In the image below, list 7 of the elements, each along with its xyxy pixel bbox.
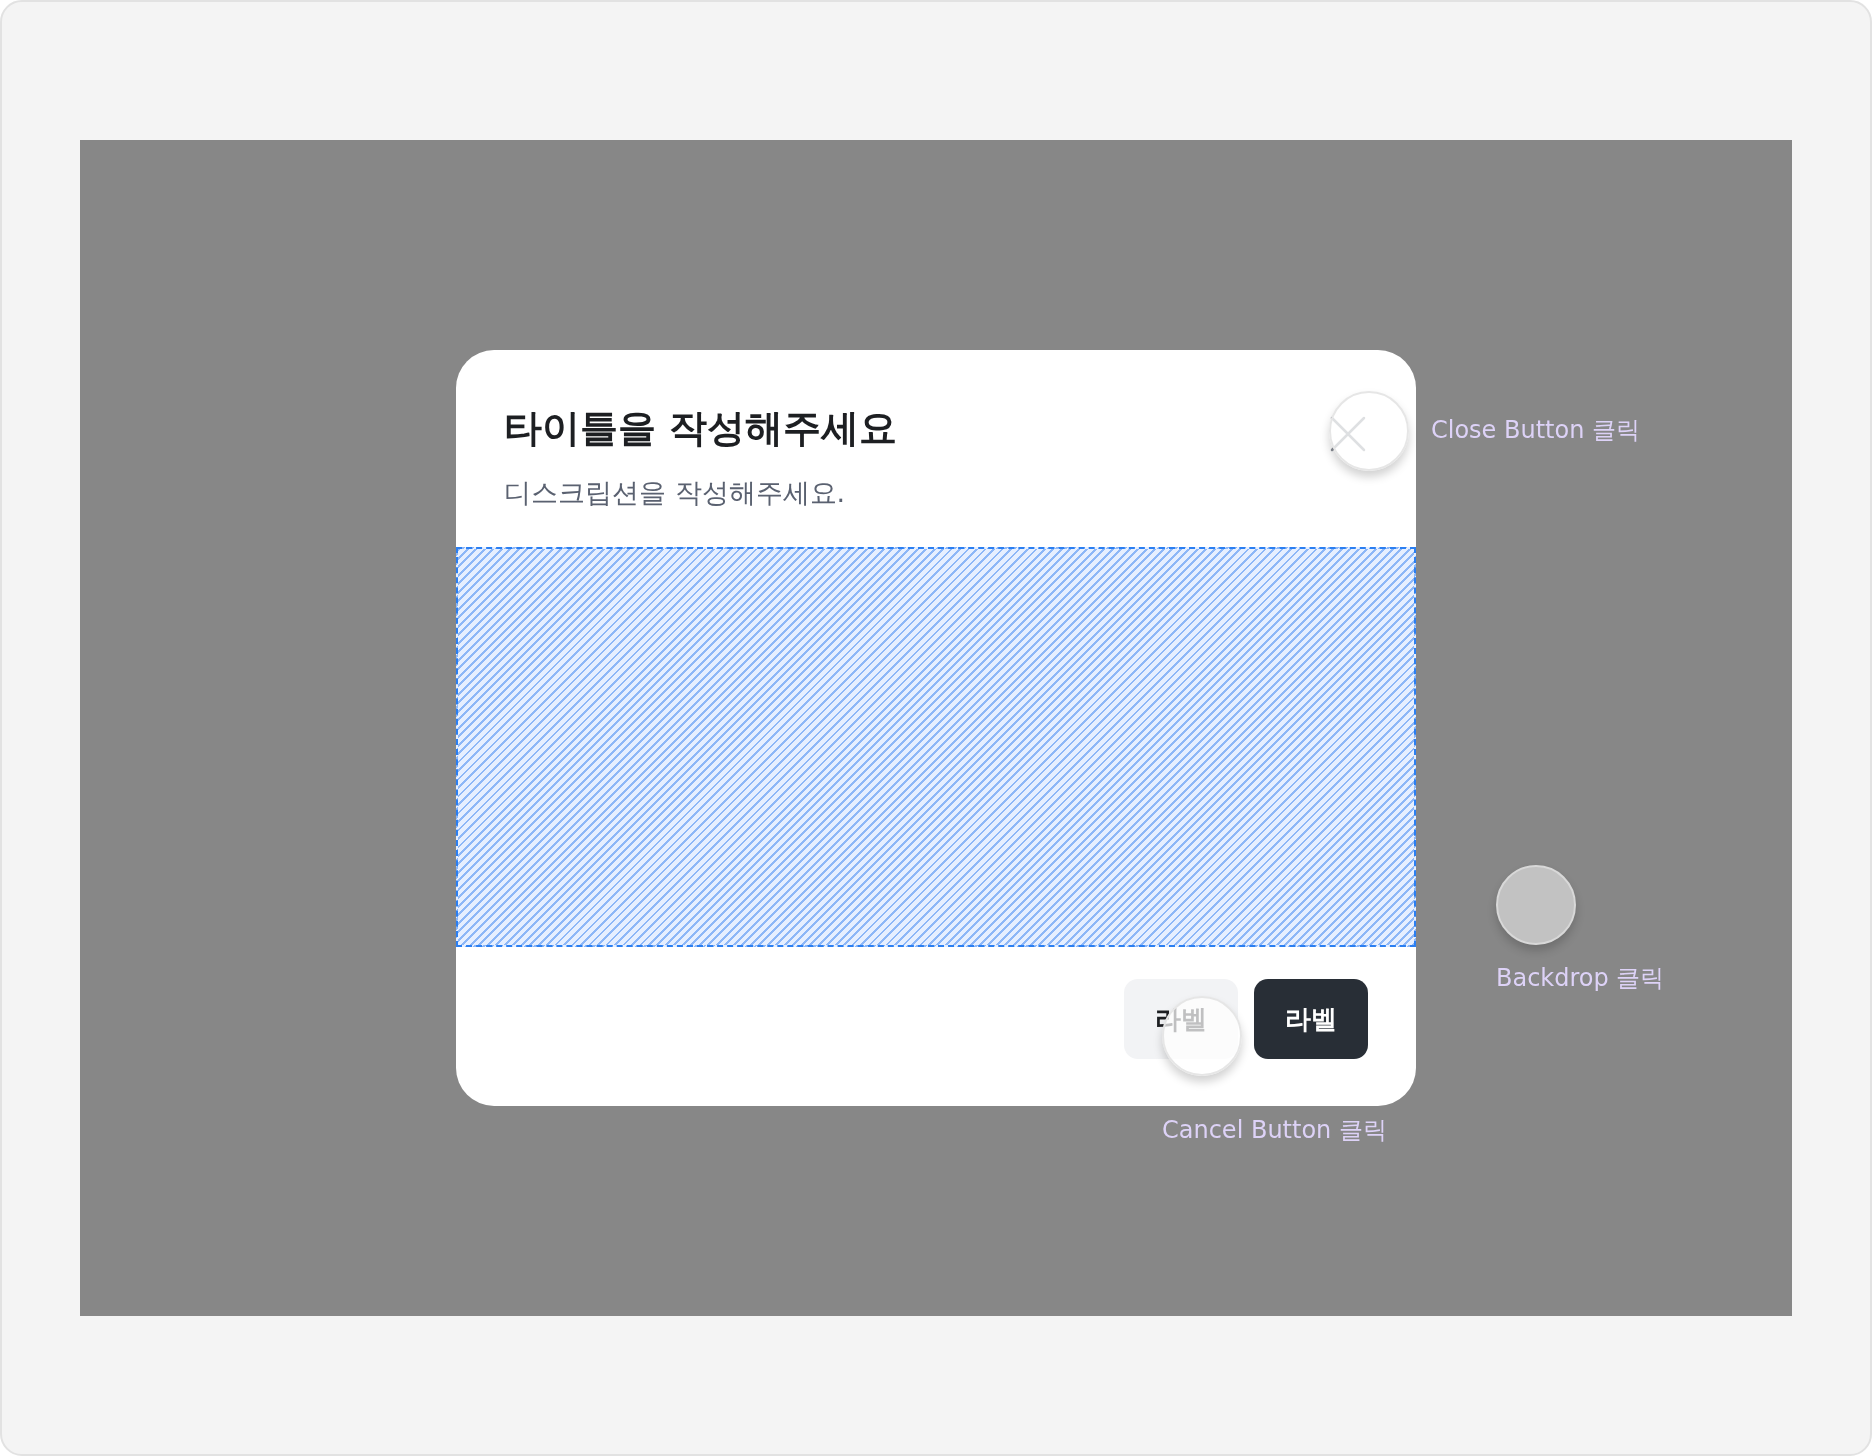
modal-title: 타이틀을 작성해주세요	[504, 405, 898, 452]
annotation-label: Backdrop 클릭	[1496, 964, 1665, 993]
annotation-label: Close Button 클릭	[1431, 416, 1641, 445]
modal-description: 디스크립션을 작성해주세요.	[504, 476, 847, 511]
backdrop[interactable]: 타이틀을 작성해주세요 디스크립션을 작성해주세요. 라벨 라벨 Close Button 클릭 Backdrop 클릭 Cancel Button 클릭	[80, 140, 1792, 1316]
annotation-label: Cancel Button 클릭	[1162, 1116, 1387, 1145]
confirm-button[interactable]: 라벨	[1254, 979, 1368, 1059]
